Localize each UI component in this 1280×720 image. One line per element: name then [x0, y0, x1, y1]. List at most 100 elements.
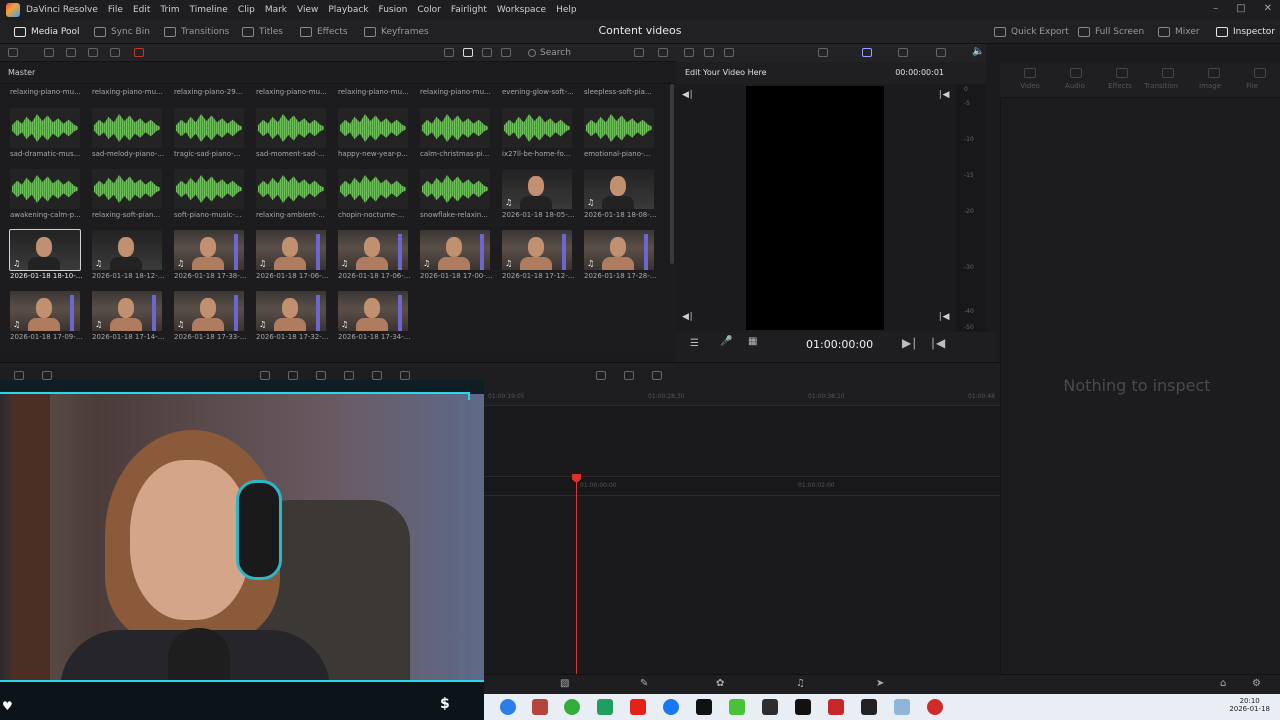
- menu-help[interactable]: Help: [556, 5, 577, 15]
- menu-timeline[interactable]: Timeline: [190, 5, 228, 15]
- next-edit-icon[interactable]: ▶∣: [902, 336, 917, 350]
- video-clip[interactable]: ♫ 2026-01-18 17-06-...: [338, 230, 410, 282]
- refresh-icon[interactable]: [658, 48, 668, 57]
- cut-page-icon[interactable]: ▧: [560, 678, 569, 689]
- menu-fusion[interactable]: Fusion: [379, 5, 408, 15]
- davinci-taskbar-icon[interactable]: [861, 699, 877, 715]
- audio-clip[interactable]: sad-moment-sad-...: [256, 108, 328, 160]
- video-clip[interactable]: ♫ 2026-01-18 17-38-...: [174, 230, 246, 282]
- full-screen-button[interactable]: Full Screen: [1078, 24, 1144, 40]
- quick-export-button[interactable]: Quick Export: [994, 24, 1069, 40]
- aspect-icon[interactable]: [862, 48, 872, 57]
- in-point-icon[interactable]: ◀∣: [682, 90, 693, 100]
- youtube-icon[interactable]: [630, 699, 646, 715]
- tab-video[interactable]: Video: [1010, 82, 1050, 90]
- close-up-icon[interactable]: [344, 371, 354, 380]
- import-icon[interactable]: [66, 48, 76, 57]
- viewer-layout-icon[interactable]: [684, 48, 694, 57]
- viewer-settings-icon[interactable]: ☰: [690, 338, 699, 349]
- zoom-icon[interactable]: [818, 48, 828, 57]
- video-clip[interactable]: ♫ 2026-01-18 17-00-...: [420, 230, 492, 282]
- clip-item[interactable]: evening-glow-soft-...: [502, 88, 574, 100]
- out-point-icon[interactable]: ∣◀: [938, 90, 949, 100]
- keyframes-button[interactable]: Keyframes: [364, 24, 429, 40]
- video-clip[interactable]: ♫ 2026-01-18 17-09-...: [10, 291, 82, 343]
- app-icon[interactable]: [828, 699, 844, 715]
- detail-view-icon[interactable]: [501, 48, 511, 57]
- image-tab-icon[interactable]: [1208, 68, 1220, 78]
- video-frame[interactable]: [746, 86, 884, 330]
- transform-icon[interactable]: [898, 48, 908, 57]
- effects-button[interactable]: Effects: [300, 24, 348, 40]
- menu-fairlight[interactable]: Fairlight: [451, 5, 487, 15]
- zoom-custom-icon[interactable]: [652, 371, 662, 380]
- app-icon[interactable]: [762, 699, 778, 715]
- menu-color[interactable]: Color: [417, 5, 441, 15]
- transitions-button[interactable]: Transitions: [164, 24, 229, 40]
- append-icon[interactable]: [288, 371, 298, 380]
- mixer-button[interactable]: Mixer: [1158, 24, 1200, 40]
- app-icon[interactable]: [927, 699, 943, 715]
- clip-item[interactable]: relaxing-piano-29...: [174, 88, 246, 100]
- first-frame-icon[interactable]: ◀∣: [682, 312, 693, 322]
- clip-item[interactable]: relaxing-piano-mu...: [420, 88, 492, 100]
- prev-edit-icon[interactable]: ∣◀: [930, 336, 945, 350]
- menu-clip[interactable]: Clip: [238, 5, 255, 15]
- facebook-icon[interactable]: [663, 699, 679, 715]
- tab-audio[interactable]: Audio: [1055, 82, 1095, 90]
- viewer-grid-icon[interactable]: [724, 48, 734, 57]
- video-clip[interactable]: ♫ 2026-01-18 17-06-...: [256, 230, 328, 282]
- video-clip[interactable]: ♫ 2026-01-18 18-08-...: [584, 169, 656, 221]
- app-icon[interactable]: [597, 699, 613, 715]
- audio-clip[interactable]: calm-christmas-pi...: [420, 108, 492, 160]
- deliver-page-icon[interactable]: ➤: [876, 678, 884, 689]
- video-clip[interactable]: ♫ 2026-01-18 18-12-...: [92, 230, 164, 282]
- video-clip[interactable]: ♫ 2026-01-18 17-12-...: [502, 230, 574, 282]
- app-icon[interactable]: [795, 699, 811, 715]
- audio-clip[interactable]: snowflake-relaxin...: [420, 169, 492, 221]
- menu-view[interactable]: View: [297, 5, 318, 15]
- viewer-option-icon[interactable]: [704, 48, 714, 57]
- clip-item[interactable]: sleepless-soft-pia...: [584, 88, 656, 100]
- timeline-ruler-lower[interactable]: 01:00:00:00 01:00:02:00: [484, 476, 1000, 496]
- source-overwrite-icon[interactable]: [400, 371, 410, 380]
- smart-insert-icon[interactable]: [260, 371, 270, 380]
- sort-icon[interactable]: [634, 48, 644, 57]
- microphone-icon[interactable]: 🎤: [720, 336, 732, 347]
- browser-icon[interactable]: [500, 699, 516, 715]
- video-clip[interactable]: ♫ 2026-01-18 17-32-...: [256, 291, 328, 343]
- list-view-icon[interactable]: [482, 48, 492, 57]
- bin-name[interactable]: Master: [8, 68, 35, 77]
- clip-item[interactable]: relaxing-piano-mu...: [10, 88, 82, 100]
- video-clip[interactable]: ♫ 2026-01-18 18-10-...: [9, 229, 82, 282]
- audio-clip[interactable]: sad-melody-piano-...: [92, 108, 164, 160]
- app-icon[interactable]: [894, 699, 910, 715]
- tab-effects[interactable]: Effects: [1100, 82, 1140, 90]
- menu-mark[interactable]: Mark: [265, 5, 287, 15]
- audio-clip[interactable]: awakening-calm-p...: [10, 169, 82, 221]
- smart-bin-icon[interactable]: [88, 48, 98, 57]
- viewer-title[interactable]: Edit Your Video Here: [685, 68, 767, 77]
- audio-clip[interactable]: relaxing-soft-pian...: [92, 169, 164, 221]
- new-bin-icon[interactable]: [44, 48, 54, 57]
- menu-playback[interactable]: Playback: [328, 5, 368, 15]
- video-clip[interactable]: ♫ 2026-01-18 17-34-...: [338, 291, 410, 343]
- app-icon[interactable]: [729, 699, 745, 715]
- metadata-view-icon[interactable]: [444, 48, 454, 57]
- inspector-button[interactable]: Inspector: [1216, 24, 1275, 40]
- settings-icon[interactable]: ⚙: [1252, 678, 1261, 689]
- audio-clip[interactable]: ix27ll-be-home-fo...: [502, 108, 574, 160]
- unlink-icon[interactable]: [134, 48, 144, 57]
- tiktok-icon[interactable]: [696, 699, 712, 715]
- close-icon[interactable]: ✕: [1264, 3, 1272, 14]
- audio-clip[interactable]: relaxing-ambient-...: [256, 169, 328, 221]
- audio-clip[interactable]: sad-dramatic-mus...: [10, 108, 82, 160]
- maximize-icon[interactable]: □: [1236, 3, 1245, 14]
- clip-item[interactable]: relaxing-piano-mu...: [256, 88, 328, 100]
- app-icon[interactable]: [564, 699, 580, 715]
- clip-item[interactable]: relaxing-piano-mu...: [92, 88, 164, 100]
- timeline-ruler-upper[interactable]: 01:00:19:05 01:00:28:30 01:00:38:10 01:0…: [484, 388, 1000, 406]
- place-on-top-icon[interactable]: [372, 371, 382, 380]
- system-tray-clock[interactable]: 20:10 2026-01-18: [1229, 697, 1270, 713]
- sync-bin-button[interactable]: Sync Bin: [94, 24, 150, 40]
